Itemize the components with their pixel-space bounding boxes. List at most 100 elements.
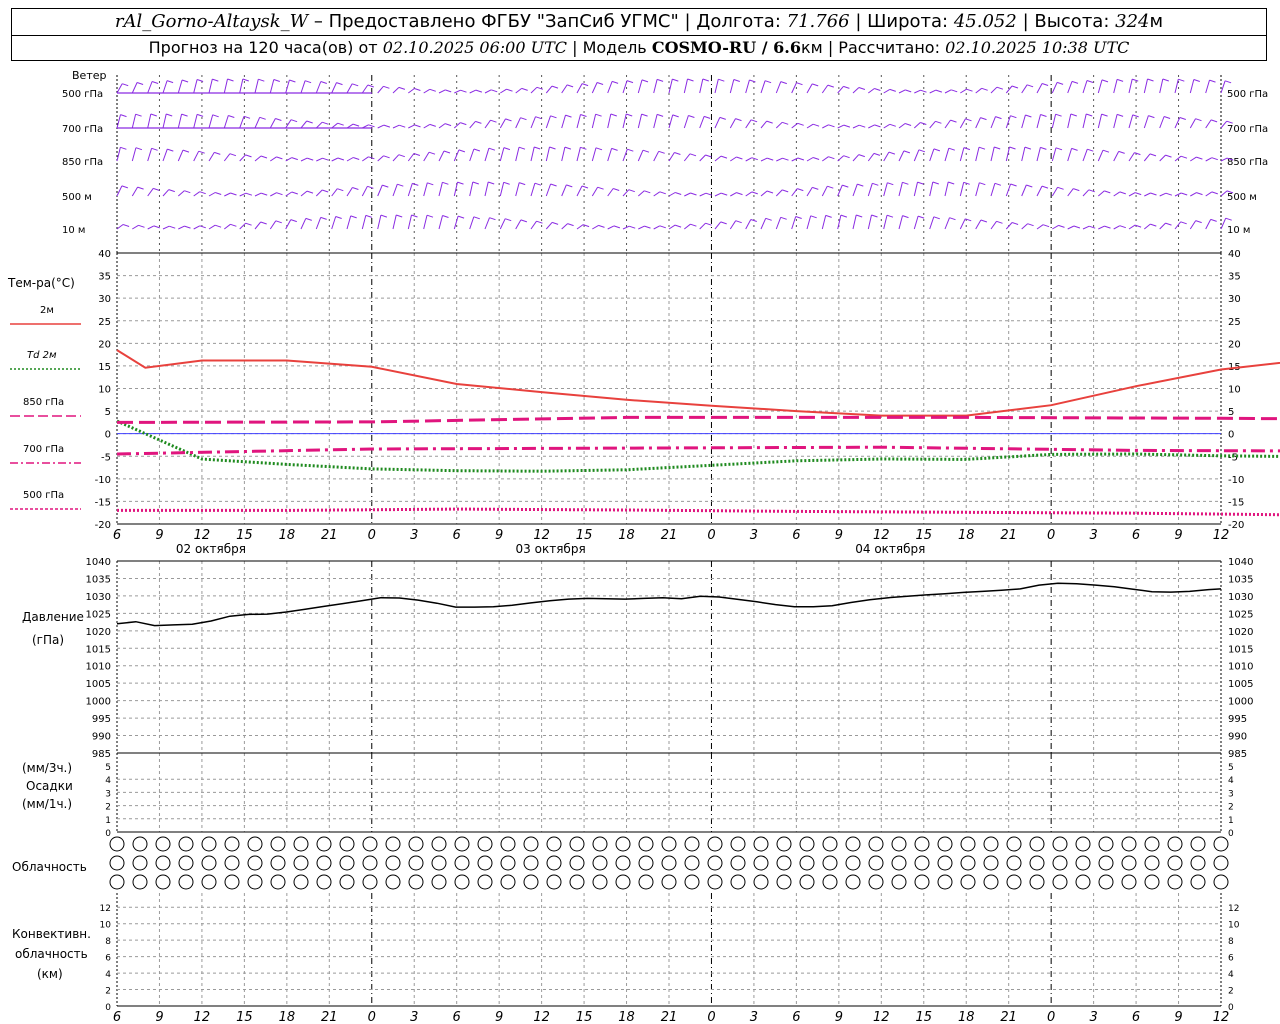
wind-barb-feather	[932, 181, 939, 185]
bottom-hour-label: 6	[792, 1010, 800, 1024]
wind-barb	[469, 181, 474, 197]
wind-barb-feather	[766, 120, 773, 124]
wind-barb	[975, 117, 981, 129]
wind-barb-feather	[350, 215, 357, 219]
cloud-symbol	[224, 855, 240, 871]
wind-barb-feather	[397, 183, 404, 187]
wind-barb-feather	[503, 181, 510, 185]
wind-barb-feather	[1162, 78, 1169, 82]
wind-barb	[929, 216, 935, 230]
conv-tick-left: 10	[100, 921, 112, 931]
pressure-tick-left: 1035	[86, 574, 111, 585]
cloud-symbol	[1052, 874, 1068, 890]
wind-barb	[300, 157, 308, 162]
wind-barb	[147, 113, 152, 129]
pressure-tick-right: 1000	[1228, 697, 1253, 708]
cloud-symbol	[569, 855, 585, 871]
wind-barb	[1067, 225, 1075, 230]
wind-barb-feather	[951, 89, 958, 93]
wind-barb-feather	[626, 113, 633, 117]
cloud-symbol	[615, 874, 631, 890]
wind-barb-feather	[567, 223, 574, 227]
cloud-symbol	[615, 855, 631, 871]
wind-barb	[1189, 118, 1196, 129]
bottom-hour-label: 15	[576, 1010, 593, 1024]
wind-barb	[545, 183, 552, 197]
wind-barb	[208, 192, 216, 197]
wind-barb-feather	[613, 188, 620, 191]
wind-barb	[407, 153, 415, 162]
pressure-tick-right: 995	[1228, 714, 1247, 725]
wind-barb-feather	[659, 191, 666, 195]
wind-barb-feather	[887, 182, 894, 186]
wind-barb	[254, 79, 259, 94]
wind-barb-feather	[230, 223, 237, 227]
calc-time: 02.10.2025 10:38 UTC	[945, 38, 1130, 57]
conv-unit: (км)	[37, 967, 63, 981]
wind-barb-feather	[581, 83, 589, 87]
wind-barb	[1220, 218, 1227, 230]
wind-barb	[1097, 79, 1103, 94]
wind-barb-feather	[1026, 84, 1034, 88]
wind-barb	[423, 88, 431, 94]
wind-barb-feather	[352, 187, 359, 190]
wind-barb	[193, 79, 198, 94]
wind-barb-feather	[705, 154, 712, 158]
wind-barb-feather	[886, 214, 894, 218]
wind-barb	[791, 216, 797, 230]
wind-barb-feather	[442, 215, 449, 218]
temp-hour-label: 9	[495, 528, 503, 543]
wind-barb	[1082, 80, 1088, 94]
wind-barb-feather	[1025, 114, 1032, 118]
wind-barb	[239, 116, 245, 129]
wind-barb-feather	[675, 192, 682, 195]
wind-barb	[683, 153, 691, 162]
wind-barb-feather	[1195, 118, 1202, 122]
wind-barb	[822, 156, 829, 162]
pressure-tick-left: 985	[92, 749, 111, 760]
wind-barb	[745, 191, 753, 197]
temp-tick-right: 35	[1228, 272, 1241, 283]
longitude-label: Долгота:	[696, 11, 781, 32]
cloud-symbol	[1052, 855, 1068, 871]
wind-barb	[208, 78, 213, 94]
wind-barb	[545, 146, 550, 162]
wind-barb-feather	[611, 147, 618, 151]
pressure-tick-left: 995	[92, 714, 111, 725]
cloud-symbol	[753, 855, 769, 871]
wind-barb-feather	[365, 214, 372, 218]
wind-barb-feather	[383, 124, 391, 128]
wind-barb-feather	[1056, 81, 1064, 85]
wind-barb-feather	[1163, 116, 1171, 119]
wind-barb-feather	[320, 81, 327, 84]
wind-barb-feather	[181, 113, 188, 117]
wind-barb-feather	[920, 89, 927, 93]
wind-barb-feather	[230, 192, 237, 196]
wind-barb	[545, 222, 553, 230]
bottom-hour-label: 18	[618, 1010, 635, 1024]
wind-barb	[1052, 224, 1059, 230]
wind-barb	[438, 123, 446, 129]
cloud-symbol	[1029, 874, 1045, 890]
wind-barb	[331, 82, 337, 94]
station-name: rAl_Gorno-Altaysk_W	[114, 11, 309, 32]
wind-barb	[791, 188, 798, 197]
cloud-symbol	[385, 855, 401, 871]
wind-barb	[1082, 225, 1090, 230]
wind-barb	[193, 225, 201, 230]
wind-barb	[208, 224, 216, 230]
wind-barb-feather	[780, 216, 787, 220]
wind-barb-feather	[1055, 147, 1063, 151]
wind-barb	[515, 88, 523, 94]
altitude-unit: м	[1149, 11, 1164, 32]
conv-tick-left: 2	[105, 987, 111, 997]
wind-barb	[791, 122, 799, 129]
cloud-symbol	[1006, 836, 1022, 852]
cloud-symbol	[362, 836, 378, 852]
wind-barb	[683, 115, 689, 129]
wind-barb	[959, 147, 965, 162]
bottom-hour-label: 18	[279, 1010, 296, 1024]
wind-barb	[315, 121, 323, 129]
wind-barb	[729, 220, 737, 230]
pressure-tick-right: 985	[1228, 749, 1247, 760]
